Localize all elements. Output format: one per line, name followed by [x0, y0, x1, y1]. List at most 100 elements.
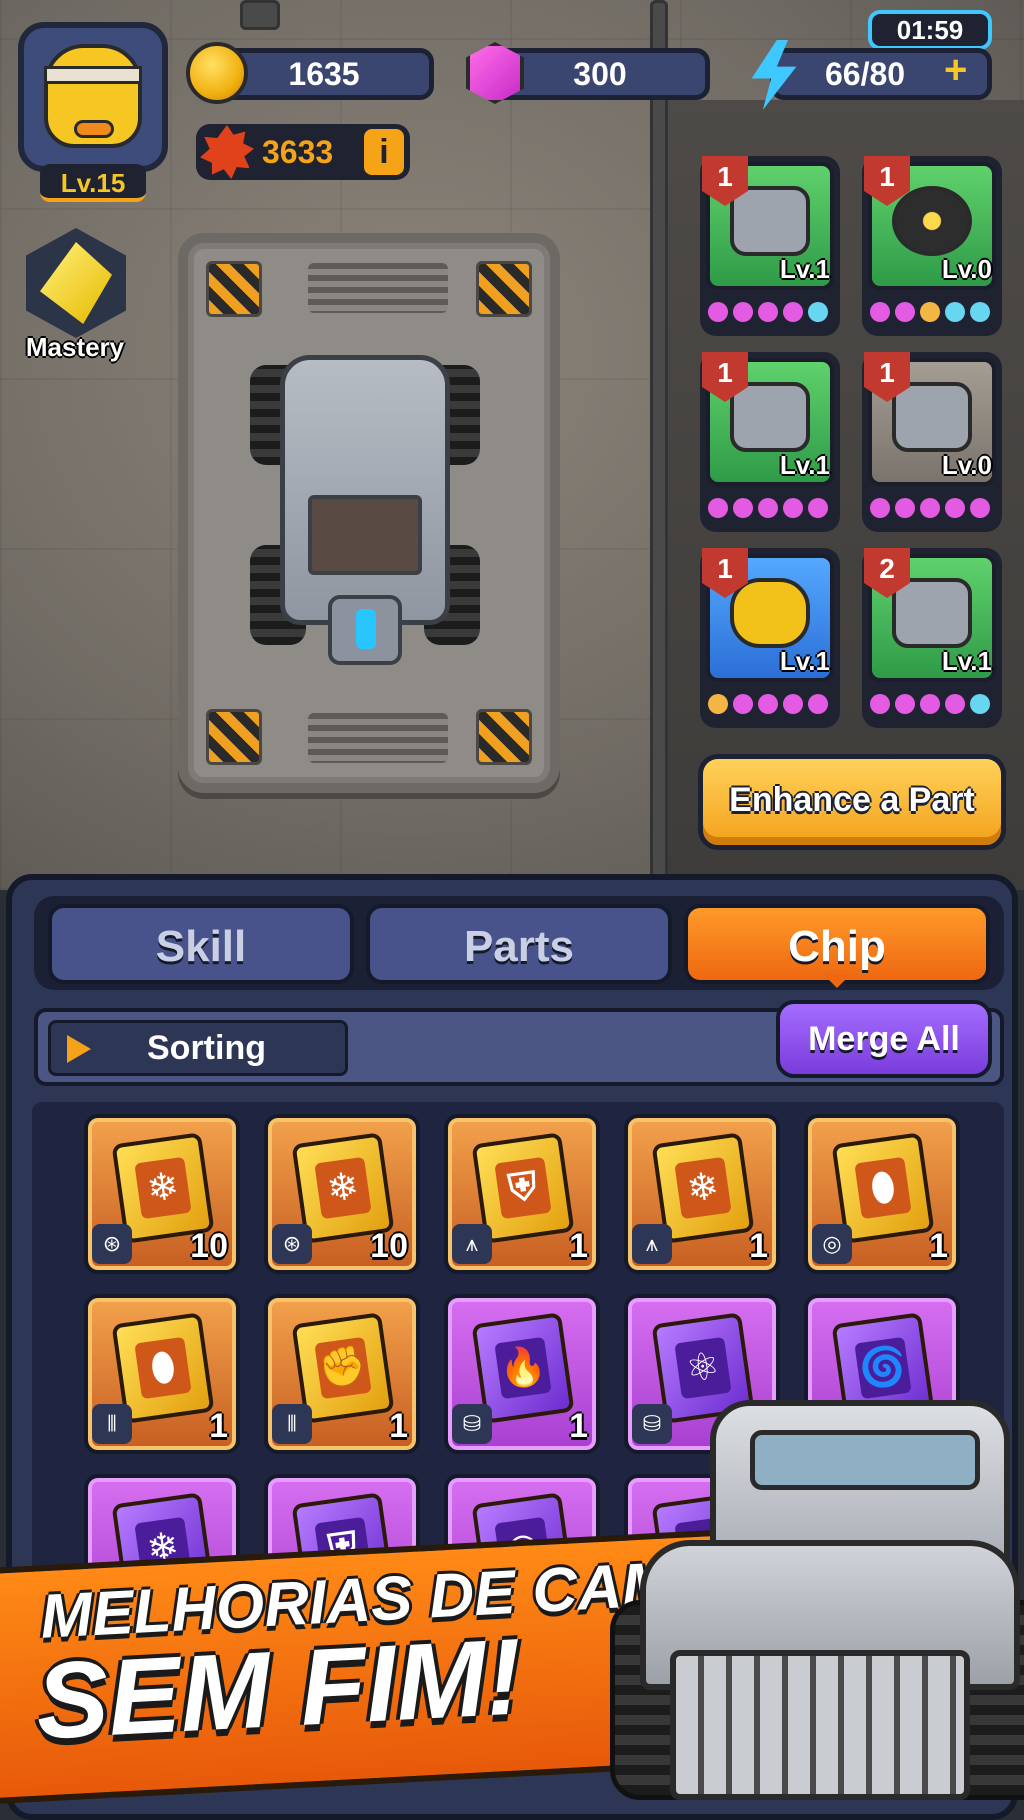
sort-bar: Sorting Merge All	[34, 1000, 1004, 1086]
bumper-slot-icon: ⩚	[632, 1224, 672, 1264]
part-slot[interactable]: 1 Lv.1	[700, 548, 840, 728]
chip-count: 1	[569, 1227, 588, 1265]
chip-item[interactable]: ⬮ ⦀ 1	[84, 1294, 240, 1454]
player-avatar[interactable]: Lv.15	[18, 22, 168, 202]
part-chip-slots	[708, 694, 828, 714]
part-slot[interactable]: 1 Lv.1	[700, 352, 840, 532]
part-slot[interactable]: 2 Lv.1	[862, 548, 1002, 728]
merge-all-button[interactable]: Merge All	[776, 1000, 992, 1078]
bumper-slot-icon: ⩚	[452, 1224, 492, 1264]
chip-item[interactable]: ⬮ ◎ 1	[804, 1114, 960, 1274]
part-chip-slots	[870, 498, 990, 518]
platform-vent	[308, 263, 448, 313]
chip-slot-dot	[783, 302, 803, 322]
chip-count: 10	[370, 1227, 408, 1265]
chip-item[interactable]: 🔥 ⛁ 1	[444, 1294, 600, 1454]
mastery-button[interactable]: Mastery	[10, 228, 140, 368]
sorting-label: Sorting	[147, 1029, 266, 1067]
spiked-bumper-icon	[730, 382, 810, 452]
part-slot[interactable]: 1 Lv.0	[862, 352, 1002, 532]
chip-slot-dot	[895, 302, 915, 322]
info-button[interactable]: i	[364, 129, 404, 175]
bullet-icon: ⬮	[134, 1336, 192, 1400]
part-level: Lv.0	[941, 450, 992, 480]
chip-slot-dot	[733, 694, 753, 714]
sorting-button[interactable]: Sorting	[48, 1020, 348, 1076]
fuel-tank-icon	[730, 578, 810, 648]
chip-slot-dot	[870, 302, 890, 322]
chip-slot-dot	[970, 498, 990, 518]
snowflake-icon: ❄	[674, 1156, 732, 1220]
part-chip-slots	[708, 302, 828, 322]
chip-item[interactable]: ❄ ⊛ 10	[264, 1114, 420, 1274]
chip-count: 1	[389, 1407, 408, 1445]
coin-value: 1635	[288, 55, 360, 92]
add-energy-button[interactable]: +	[944, 48, 967, 93]
chip-slot-dot	[708, 498, 728, 518]
enhance-part-button[interactable]: Enhance a Part	[698, 754, 1006, 850]
chip-item[interactable]: ✊ ⦀ 1	[264, 1294, 420, 1454]
chip-slot-dot	[758, 302, 778, 322]
wheel-slot-icon: ⊛	[92, 1224, 132, 1264]
suspension-slot-icon: ⦀	[272, 1404, 312, 1444]
chip-slot-dot	[808, 694, 828, 714]
tab-parts[interactable]: Parts	[366, 904, 672, 984]
chip-slot-dot	[708, 302, 728, 322]
truck-grill	[670, 1650, 970, 1800]
part-slot[interactable]: 1 Lv.1	[700, 156, 840, 336]
chip-slot-dot	[895, 498, 915, 518]
part-chip-slots	[870, 302, 990, 322]
chip-slot-dot	[870, 498, 890, 518]
chip-slot-dot	[945, 302, 965, 322]
chip-count: 1	[569, 1407, 588, 1445]
part-level: Lv.1	[779, 646, 830, 676]
bullet-icon: ⬮	[854, 1156, 912, 1220]
tab-chip[interactable]: Chip	[684, 904, 990, 988]
promo-line-2: SEM FIM!	[33, 1615, 525, 1762]
chip-slot-dot	[758, 498, 778, 518]
beak-icon	[74, 120, 114, 138]
chip-slot-dot	[708, 694, 728, 714]
chip-item[interactable]: ❄ ⊛ 10	[84, 1114, 240, 1274]
play-arrow-icon	[67, 1035, 91, 1063]
monster-truck-illustration	[610, 1400, 1024, 1820]
energy-value: 66/80	[825, 55, 906, 92]
platform-vent	[308, 713, 448, 763]
chip-slot-dot	[920, 694, 940, 714]
engine-slot-icon: ◎	[812, 1224, 852, 1264]
tank-slot-icon: ⛁	[452, 1404, 492, 1444]
fire-icon: 🔥	[494, 1336, 552, 1400]
part-slot[interactable]: 1 Lv.0	[862, 156, 1002, 336]
chip-slot-dot	[733, 302, 753, 322]
engine-icon	[730, 186, 810, 256]
car-body	[280, 355, 450, 625]
hazard-stripe	[476, 709, 532, 765]
tab-bar: Skill Parts Chip	[34, 896, 1004, 990]
hazard-stripe	[476, 261, 532, 317]
chip-slot-dot	[970, 694, 990, 714]
snowflake-icon: ❄	[314, 1156, 372, 1220]
gem-value: 300	[573, 55, 627, 92]
tornado-icon: 🌀	[854, 1336, 912, 1400]
chip-count: 1	[209, 1407, 228, 1445]
chip-slot-dot	[920, 498, 940, 518]
coin-icon	[186, 42, 248, 104]
chip-slot-dot	[808, 498, 828, 518]
player-level: Lv.15	[40, 164, 146, 202]
fist-icon	[200, 125, 254, 179]
tab-skill[interactable]: Skill	[48, 904, 354, 984]
wheel-slot-icon: ⊛	[272, 1224, 312, 1264]
chip-slot-dot	[970, 302, 990, 322]
chip-slot-dot	[870, 694, 890, 714]
chip-item[interactable]: ⛨ ⩚ 1	[444, 1114, 600, 1274]
player-car[interactable]	[250, 345, 480, 675]
chip-item[interactable]: ❄ ⩚ 1	[624, 1114, 780, 1274]
part-level: Lv.1	[941, 646, 992, 676]
atom-icon: ⚛	[674, 1336, 732, 1400]
wall-pipe	[650, 0, 668, 880]
energy-timer: 01:59	[868, 10, 992, 50]
ceiling-pipe	[240, 0, 280, 30]
headband-icon	[44, 66, 142, 84]
chip-count: 10	[190, 1227, 228, 1265]
part-chip-slots	[708, 498, 828, 518]
